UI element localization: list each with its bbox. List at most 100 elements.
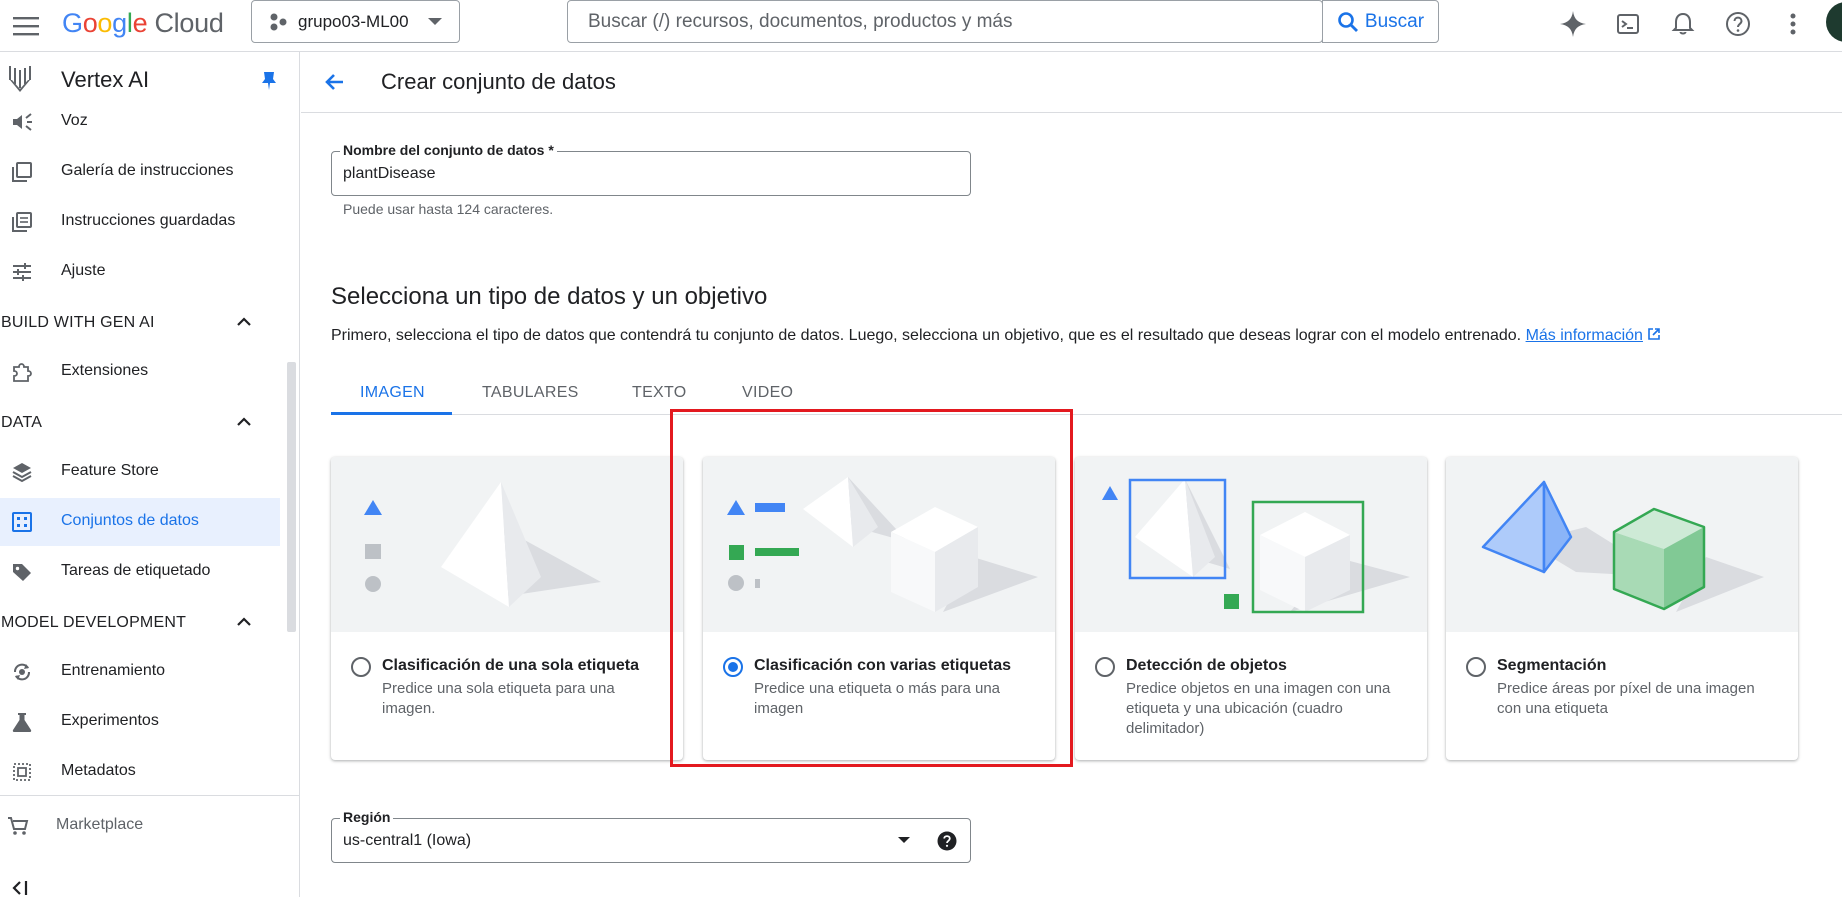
- multi-label-illustration: [703, 457, 1055, 632]
- sidebar-item-experiments[interactable]: Experimentos: [0, 698, 280, 746]
- sidebar-item-label: Tareas de etiquetado: [61, 562, 211, 579]
- extension-icon: [10, 360, 34, 384]
- object-detection-illustration: [1075, 457, 1427, 632]
- tab-imagen[interactable]: IMAGEN: [360, 384, 425, 402]
- sidebar-item-label: Experimentos: [61, 712, 159, 729]
- search-button-label: Buscar: [1364, 10, 1425, 32]
- single-label-illustration: [331, 457, 683, 632]
- sidebar-section-data[interactable]: DATA: [0, 408, 260, 438]
- search-input[interactable]: Buscar (/) recursos, documentos, product…: [567, 0, 1323, 43]
- sidebar-scrollbar[interactable]: [287, 362, 296, 632]
- dataset-name-hint: Puede usar hasta 124 caracteres.: [343, 201, 554, 217]
- sidebar-title: Vertex AI: [61, 67, 150, 92]
- sidebar-item-feature-store[interactable]: Feature Store: [0, 448, 280, 496]
- dataset-icon: [10, 510, 34, 534]
- card-title: Clasificación con varias etiquetas: [754, 657, 1011, 674]
- google-cloud-logo[interactable]: Google Cloud: [62, 8, 224, 39]
- external-link-icon: [1648, 328, 1661, 340]
- sidebar-item-label: Metadatos: [61, 762, 136, 779]
- single-label-radio[interactable]: [351, 657, 371, 677]
- tab-video[interactable]: VIDEO: [742, 384, 793, 402]
- collapse-sidebar-button[interactable]: [0, 862, 60, 897]
- vertex-ai-logo-icon: [9, 66, 31, 92]
- logo-google-text: Google: [62, 8, 148, 38]
- tab-texto[interactable]: TEXTO: [632, 384, 687, 402]
- metadata-icon: [10, 760, 34, 784]
- data-type-tabs: IMAGEN TABULARES TEXTO VIDEO: [331, 372, 1842, 415]
- more-vert-icon[interactable]: [1777, 8, 1809, 40]
- section-label: DATA: [1, 414, 43, 431]
- back-arrow-icon[interactable]: [323, 70, 347, 94]
- section-description: Primero, selecciona el tipo de datos que…: [331, 327, 1661, 345]
- chevron-up-icon: [237, 417, 251, 426]
- label-icon: [10, 560, 34, 584]
- sidebar-item-datasets[interactable]: Conjuntos de datos: [0, 498, 280, 546]
- sidebar-item-ajuste[interactable]: Ajuste: [0, 248, 280, 296]
- card-description: Predice objetos en una imagen con una et…: [1126, 680, 1391, 737]
- object-detection-radio[interactable]: [1095, 657, 1115, 677]
- dropdown-arrow-icon: [898, 837, 910, 843]
- tune-icon: [10, 260, 34, 284]
- sidebar-item-label: Conjuntos de datos: [61, 512, 199, 529]
- gemini-icon[interactable]: [1557, 8, 1589, 40]
- section-label: MODEL DEVELOPMENT: [1, 614, 187, 631]
- more-info-link[interactable]: Más información: [1526, 327, 1643, 344]
- page-title: Crear conjunto de datos: [381, 69, 616, 94]
- help-circle-icon[interactable]: [937, 831, 957, 851]
- logo-cloud-text: Cloud: [154, 8, 224, 38]
- objective-card-multi-label[interactable]: Clasificación con varias etiquetas Predi…: [703, 457, 1055, 760]
- card-title: Clasificación de una sola etiqueta: [382, 657, 639, 674]
- sidebar: Vertex AI Voz Galería de instrucciones I…: [0, 52, 300, 897]
- objective-card-single-label[interactable]: Clasificación de una sola etiqueta Predi…: [331, 457, 683, 760]
- dataset-name-field[interactable]: Nombre del conjunto de datos * plantDise…: [331, 142, 971, 196]
- section-title: Selecciona un tipo de datos y un objetiv…: [331, 283, 768, 310]
- sidebar-item-voz[interactable]: Voz: [0, 98, 280, 146]
- sidebar-section-build[interactable]: BUILD WITH GEN AI: [0, 308, 260, 338]
- sidebar-item-label: Voz: [61, 112, 88, 129]
- card-description: Predice áreas por píxel de una imagen co…: [1497, 680, 1755, 717]
- active-tab-indicator: [331, 412, 452, 415]
- page-header: Crear conjunto de datos: [301, 52, 1842, 113]
- sidebar-item-label: Galería de instrucciones: [61, 162, 234, 179]
- sidebar-item-saved-prompts[interactable]: Instrucciones guardadas: [0, 198, 280, 246]
- layers-icon: [10, 460, 34, 484]
- pin-icon[interactable]: [260, 70, 278, 92]
- section-label: BUILD WITH GEN AI: [1, 314, 155, 331]
- section-description-text: Primero, selecciona el tipo de datos que…: [331, 327, 1522, 344]
- sidebar-item-label: Feature Store: [61, 462, 159, 479]
- cloud-shell-icon[interactable]: [1612, 8, 1644, 40]
- project-name: grupo03-ML00: [298, 11, 409, 31]
- chevron-up-icon: [237, 317, 251, 326]
- sidebar-section-model[interactable]: MODEL DEVELOPMENT: [0, 608, 260, 638]
- search-placeholder: Buscar (/) recursos, documentos, product…: [588, 10, 1013, 32]
- menu-icon[interactable]: [10, 10, 42, 42]
- tab-tabulares[interactable]: TABULARES: [482, 384, 579, 402]
- search-button[interactable]: Buscar: [1322, 0, 1439, 43]
- chevron-down-icon: [428, 18, 442, 25]
- project-selector[interactable]: grupo03-ML00: [251, 0, 460, 43]
- help-icon[interactable]: [1722, 8, 1754, 40]
- region-select[interactable]: Región us-central1 (Iowa): [331, 809, 971, 863]
- sidebar-item-metadata[interactable]: Metadatos: [0, 748, 280, 796]
- objective-card-object-detection[interactable]: Detección de objetos Predice objetos en …: [1075, 457, 1427, 760]
- search-icon: [1338, 11, 1358, 32]
- sidebar-item-training[interactable]: Entrenamiento: [0, 648, 280, 696]
- sidebar-item-extensions[interactable]: Extensiones: [0, 348, 280, 396]
- notifications-icon[interactable]: [1667, 8, 1699, 40]
- card-description: Predice una etiqueta o más para una imag…: [754, 680, 1000, 717]
- sidebar-item-gallery[interactable]: Galería de instrucciones: [0, 148, 280, 196]
- dataset-name-value: plantDisease: [343, 165, 436, 182]
- chevron-up-icon: [237, 617, 251, 626]
- avatar[interactable]: [1826, 2, 1842, 42]
- multi-label-radio[interactable]: [723, 657, 743, 677]
- segmentation-radio[interactable]: [1466, 657, 1486, 677]
- dataset-name-label: Nombre del conjunto de datos *: [340, 142, 557, 158]
- objective-card-segmentation[interactable]: Segmentación Predice áreas por píxel de …: [1446, 457, 1798, 760]
- sidebar-item-marketplace[interactable]: Marketplace: [0, 802, 280, 850]
- flask-icon: [10, 710, 34, 734]
- sidebar-item-labeling[interactable]: Tareas de etiquetado: [0, 548, 280, 596]
- segmentation-illustration: [1446, 457, 1798, 632]
- sidebar-item-label: Instrucciones guardadas: [61, 212, 236, 229]
- sidebar-item-label: Marketplace: [56, 816, 144, 833]
- sidebar-item-label: Entrenamiento: [61, 662, 166, 679]
